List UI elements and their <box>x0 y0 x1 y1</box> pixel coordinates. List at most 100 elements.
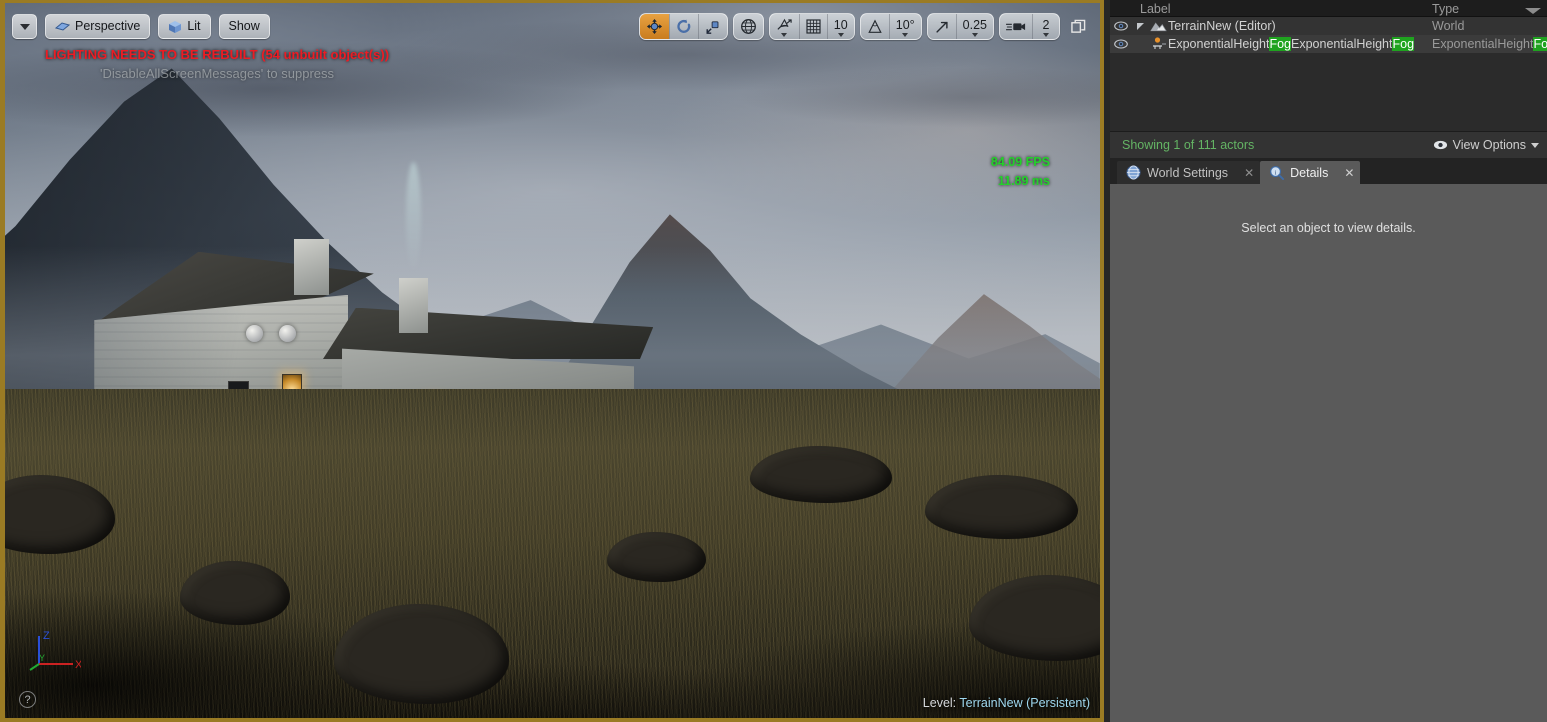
angle-snap-group: 10° <box>859 13 922 40</box>
suppress-messages-hint: 'DisableAllScreenMessages' to suppress <box>100 66 335 81</box>
scene-sprite-2 <box>278 324 296 342</box>
actor-count-label: Showing 1 of 111 actors <box>1122 138 1255 152</box>
angle-icon <box>868 18 882 33</box>
ground-shadowing <box>5 389 1100 718</box>
chimney-right <box>399 277 428 334</box>
coordinate-system-group <box>732 13 764 40</box>
grid-snap-toggle[interactable] <box>798 14 827 39</box>
show-label: Show <box>228 19 260 34</box>
scale-gizmo-icon <box>706 20 719 34</box>
frametime-readout: 11.89 ms <box>997 174 1050 189</box>
level-label: Level: <box>922 696 957 710</box>
search-highlight: Fog <box>1269 37 1292 51</box>
perspective-camera-icon <box>55 22 70 31</box>
details-magnifier-icon: i <box>1270 166 1285 180</box>
world-terrain-icon <box>1148 20 1168 33</box>
axis-x-label: X <box>75 659 81 671</box>
viewport-axis-gizmo: Z X Y <box>29 630 81 671</box>
chevron-down-icon <box>1043 33 1049 37</box>
view-mode-lit-button[interactable]: Lit <box>158 14 211 39</box>
expander-collapsed-icon[interactable] <box>1132 22 1148 31</box>
level-viewport[interactable]: Perspective Lit Show LIGHTING NEEDS TO B… <box>5 3 1100 718</box>
surface-snap-button[interactable] <box>770 14 799 39</box>
camera-speed-icon <box>1006 22 1026 30</box>
fps-readout: 84.09 FPS <box>990 155 1050 169</box>
viewport-frame: Perspective Lit Show LIGHTING NEEDS TO B… <box>0 0 1104 722</box>
rendered-scene <box>5 3 1100 718</box>
details-tabbar: World Settings ✕ i Details ✕ <box>1110 158 1547 184</box>
svg-text:i: i <box>1275 169 1277 176</box>
angle-snap-value[interactable]: 10° <box>888 14 921 39</box>
scale-snap-group: 0.25 <box>926 13 994 40</box>
table-row[interactable]: TerrainNew (Editor) World <box>1110 17 1547 35</box>
view-mode-perspective-button[interactable]: Perspective <box>45 14 151 39</box>
eye-icon[interactable] <box>1110 39 1132 49</box>
viewport-right-toolbar: 10 10° 0.25 2 <box>638 13 1092 40</box>
tab-label: Details <box>1290 165 1329 180</box>
chevron-down-icon <box>837 33 844 37</box>
maximize-icon <box>1071 19 1086 33</box>
sort-descending-icon[interactable] <box>1525 8 1541 14</box>
grid-snap-group: 10 <box>768 13 855 40</box>
right-panel-column: Label Type TerrainNew (Editor) World Exp… <box>1110 0 1547 722</box>
eye-icon[interactable] <box>1110 21 1132 31</box>
viewport-options-dropdown[interactable] <box>12 14 37 39</box>
chimney-left <box>294 238 330 295</box>
camera-speed-value[interactable]: 2 <box>1032 14 1059 39</box>
eye-icon <box>1433 140 1447 150</box>
rotate-gizmo-icon <box>677 19 691 33</box>
outliner-footer: Showing 1 of 111 actors View Options <box>1110 131 1547 158</box>
maximize-viewport-button[interactable] <box>1065 13 1092 40</box>
view-options-button[interactable]: View Options <box>1433 138 1539 152</box>
scale-mode-button[interactable] <box>697 14 727 39</box>
view-mode-label: Perspective <box>75 19 141 34</box>
grid-snap-value[interactable]: 10 <box>826 14 854 39</box>
chimney-smoke <box>405 161 421 274</box>
level-name: TerrainNew (Persistent) <box>959 696 1090 710</box>
transform-mode-group <box>638 13 728 40</box>
list-item-type: ExponentialHeightFog <box>1432 37 1547 51</box>
list-item-type: World <box>1432 19 1465 33</box>
angle-snap-toggle[interactable] <box>861 14 889 39</box>
lit-cube-icon <box>169 20 182 33</box>
outliner-column-label[interactable]: Label <box>1110 2 1171 16</box>
details-panel: World Settings ✕ i Details ✕ Select an o… <box>1110 158 1547 722</box>
globe-icon <box>740 19 756 34</box>
list-item-label: ExponentialHeightFogExponentialHeightFog <box>1168 37 1415 51</box>
view-options-label: View Options <box>1452 138 1526 152</box>
close-icon[interactable]: ✕ <box>1344 166 1354 180</box>
world-outliner-panel: Label Type TerrainNew (Editor) World Exp… <box>1110 0 1547 158</box>
move-gizmo-icon <box>646 18 662 35</box>
tab-world-settings[interactable]: World Settings ✕ <box>1117 161 1261 184</box>
tab-details[interactable]: i Details ✕ <box>1260 161 1361 184</box>
camera-speed-toggle[interactable] <box>1000 14 1032 39</box>
translate-mode-button[interactable] <box>639 14 669 39</box>
rotate-mode-button[interactable] <box>668 14 698 39</box>
outliner-row-list: TerrainNew (Editor) World ExponentialHei… <box>1110 17 1547 131</box>
scale-arrow-icon <box>936 21 948 33</box>
chevron-down-icon <box>971 33 978 37</box>
lighting-rebuild-warning: LIGHTING NEEDS TO BE REBUILT (54 unbuilt… <box>45 47 390 62</box>
tab-label: World Settings <box>1147 165 1229 180</box>
axis-z-label: Z <box>43 630 50 642</box>
world-coordinate-button[interactable] <box>734 14 763 39</box>
show-flags-button[interactable]: Show <box>218 14 270 39</box>
scale-snap-toggle[interactable] <box>928 14 956 39</box>
camera-speed-group: 2 <box>999 13 1060 40</box>
fog-actor-icon <box>1148 37 1168 51</box>
rock-4 <box>607 532 706 583</box>
close-icon[interactable]: ✕ <box>1244 166 1254 180</box>
table-row[interactable]: ExponentialHeightFogExponentialHeightFog… <box>1110 35 1547 53</box>
lit-label: Lit <box>187 19 201 34</box>
globe-icon <box>1126 165 1141 180</box>
search-highlight: Fog <box>1533 37 1547 51</box>
chevron-down-icon <box>19 23 30 30</box>
outliner-column-type[interactable]: Type <box>1432 2 1459 16</box>
details-body: Select an object to view details. <box>1110 184 1547 722</box>
scale-snap-value[interactable]: 0.25 <box>955 14 993 39</box>
chevron-down-icon <box>781 33 788 37</box>
scene-sprite-1 <box>245 324 263 342</box>
viewport-left-toolbar: Perspective Lit Show <box>12 14 270 39</box>
viewport-help-button[interactable]: ? <box>19 691 36 708</box>
caret-down-icon <box>1531 142 1539 148</box>
